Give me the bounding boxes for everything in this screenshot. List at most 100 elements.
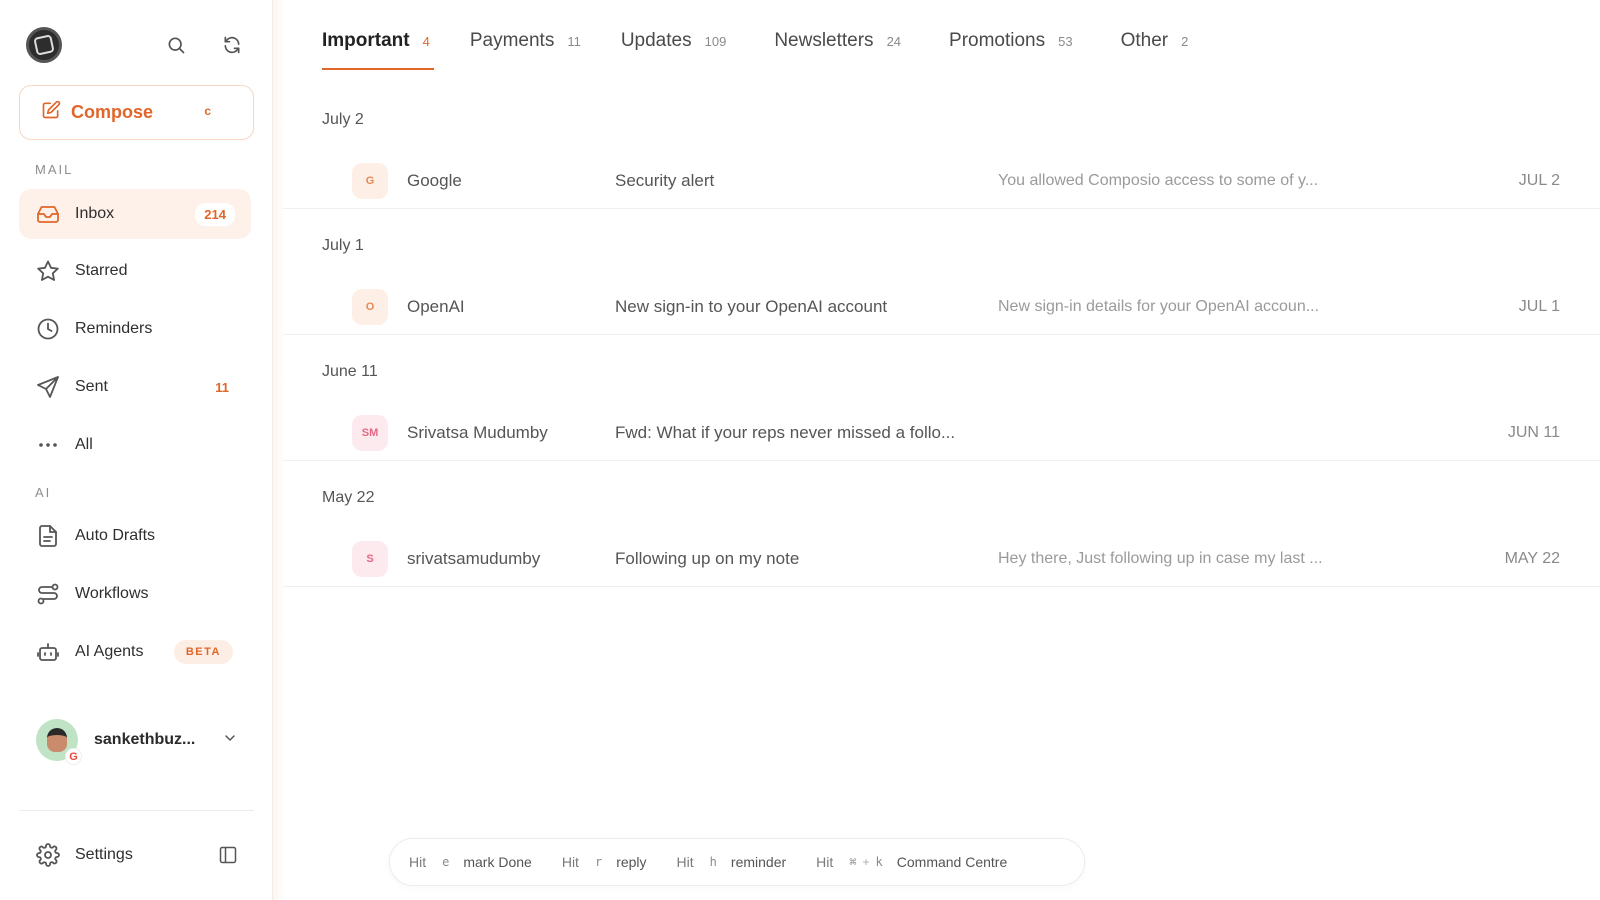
sidebar-item-label: Workflows [75, 585, 149, 602]
email-subject: Security alert [615, 171, 715, 190]
send-icon [35, 374, 61, 400]
compose-icon [41, 100, 61, 125]
hint-plus: + [862, 855, 870, 869]
hint-command-centre: Hit ⌘ + k Command Centre [816, 854, 1007, 870]
email-sender: Google [407, 171, 462, 190]
sidebar-item-inbox[interactable]: Inbox 214 [19, 189, 251, 239]
tab-updates[interactable]: Updates 109 [621, 30, 726, 70]
email-row[interactable]: S srivatsamudumby Following up on my not… [283, 525, 1600, 587]
email-subject: Following up on my note [615, 549, 800, 568]
chevron-down-icon [222, 730, 238, 751]
tab-count: 109 [704, 34, 727, 49]
inbox-icon [35, 201, 61, 227]
tab-count: 24 [886, 34, 902, 49]
sidebar-item-workflows[interactable]: Workflows [19, 569, 251, 619]
email-sender: srivatsamudumby [407, 549, 541, 568]
hint-action: reply [616, 854, 647, 870]
tab-label: Other [1120, 30, 1169, 51]
tab-payments[interactable]: Payments 11 [470, 30, 581, 70]
sender-avatar: SM [352, 415, 388, 451]
sidebar-item-sent[interactable]: Sent 11 [19, 362, 251, 412]
tab-label: Updates [620, 30, 692, 51]
hint-prefix: Hit [409, 854, 427, 870]
account-switcher[interactable]: G sankethbuz... [36, 718, 246, 765]
sidebar-item-label: All [75, 436, 93, 453]
sidebar-item-starred[interactable]: Starred [19, 246, 251, 296]
email-row[interactable]: G Google Security alert You allowed Comp… [283, 147, 1600, 209]
mail-section-label: MAIL [35, 162, 74, 177]
email-row[interactable]: SM Srivatsa Mudumby Fwd: What if your re… [283, 399, 1600, 461]
refresh-icon[interactable] [220, 33, 244, 57]
date-group-label: May 22 [322, 489, 375, 506]
email-preview: New sign-in details for your OpenAI acco… [998, 298, 1320, 315]
hint-reply: Hit r reply [562, 854, 647, 870]
tab-label: Newsletters [774, 30, 874, 51]
tab-count: 2 [1181, 34, 1189, 49]
sidebar-item-all[interactable]: All [19, 420, 251, 470]
star-icon [35, 258, 61, 284]
sidebar-item-ai-agents[interactable]: AI Agents BETA [19, 627, 251, 677]
sender-avatar: S [352, 541, 388, 577]
gear-icon [35, 842, 61, 868]
email-preview: Hey there, Just following up in case my … [998, 550, 1323, 567]
sender-avatar: G [352, 163, 388, 199]
hint-key: h [709, 855, 717, 869]
hint-prefix: Hit [816, 854, 834, 870]
sidebar-item-label: Sent [75, 378, 108, 395]
sidebar-item-label: Reminders [75, 320, 153, 337]
sender-avatar: O [352, 289, 388, 325]
email-date: MAY 22 [1504, 550, 1560, 567]
hint-key: k [875, 855, 883, 869]
keyboard-hints-bar: Hit e mark Done Hit r reply Hit h remind… [389, 838, 1085, 886]
sidebar-divider [19, 810, 254, 811]
hint-key: e [442, 855, 450, 869]
email-preview: You allowed Composio access to some of y… [998, 172, 1319, 189]
google-icon: G [65, 748, 82, 765]
settings-label: Settings [75, 846, 133, 863]
sidebar: Compose c MAIL Inbox 214 Starred Reminde… [0, 0, 273, 900]
compose-shortcut: c [204, 104, 211, 118]
hint-key: ⌘ [849, 855, 857, 869]
email-date: JUL 2 [1518, 172, 1560, 189]
clock-icon [35, 316, 61, 342]
account-name: sankethbuz... [94, 731, 196, 748]
date-group-label: June 11 [322, 363, 378, 380]
email-date: JUL 1 [1518, 298, 1560, 315]
tab-important[interactable]: Important 4 [322, 30, 434, 70]
search-icon[interactable] [164, 33, 188, 57]
tab-promotions[interactable]: Promotions 53 [949, 30, 1073, 70]
category-tabs: Important 4 Payments 11 Updates 109 News… [322, 30, 1188, 70]
hint-prefix: Hit [561, 854, 579, 870]
hint-action: Command Centre [896, 854, 1008, 870]
sidebar-item-auto-drafts[interactable]: Auto Drafts [19, 511, 251, 561]
tab-newsletters[interactable]: Newsletters 24 [774, 30, 901, 70]
tab-other[interactable]: Other 2 [1121, 30, 1189, 70]
email-sender: OpenAI [407, 297, 465, 316]
inbox-count-badge: 214 [195, 202, 235, 226]
email-date: JUN 11 [1507, 424, 1560, 441]
tab-count: 53 [1058, 34, 1073, 49]
sidebar-item-label: Inbox [75, 205, 115, 222]
document-icon [35, 523, 61, 549]
sent-count-badge: 11 [215, 379, 229, 395]
ai-section-label: AI [35, 485, 52, 500]
email-subject: New sign-in to your OpenAI account [615, 297, 888, 316]
email-sender: Srivatsa Mudumby [407, 423, 548, 442]
settings-button[interactable]: Settings [35, 842, 133, 868]
sidebar-collapse-icon[interactable] [216, 843, 240, 867]
app-logo[interactable] [26, 27, 62, 63]
avatar: G [36, 719, 82, 765]
tab-label: Important [322, 30, 410, 51]
tab-label: Promotions [949, 30, 1046, 51]
sidebar-item-label: AI Agents [75, 643, 144, 660]
email-row[interactable]: O OpenAI New sign-in to your OpenAI acco… [283, 273, 1600, 335]
tab-label: Payments [469, 30, 555, 51]
sidebar-item-reminders[interactable]: Reminders [19, 304, 251, 354]
date-group-label: July 2 [322, 111, 364, 128]
tab-count: 11 [567, 34, 581, 49]
more-dots-icon [35, 432, 61, 458]
compose-button[interactable]: Compose c [19, 85, 254, 140]
hint-action: reminder [730, 854, 787, 870]
sidebar-item-label: Starred [75, 262, 128, 279]
hint-action: mark Done [463, 854, 532, 870]
